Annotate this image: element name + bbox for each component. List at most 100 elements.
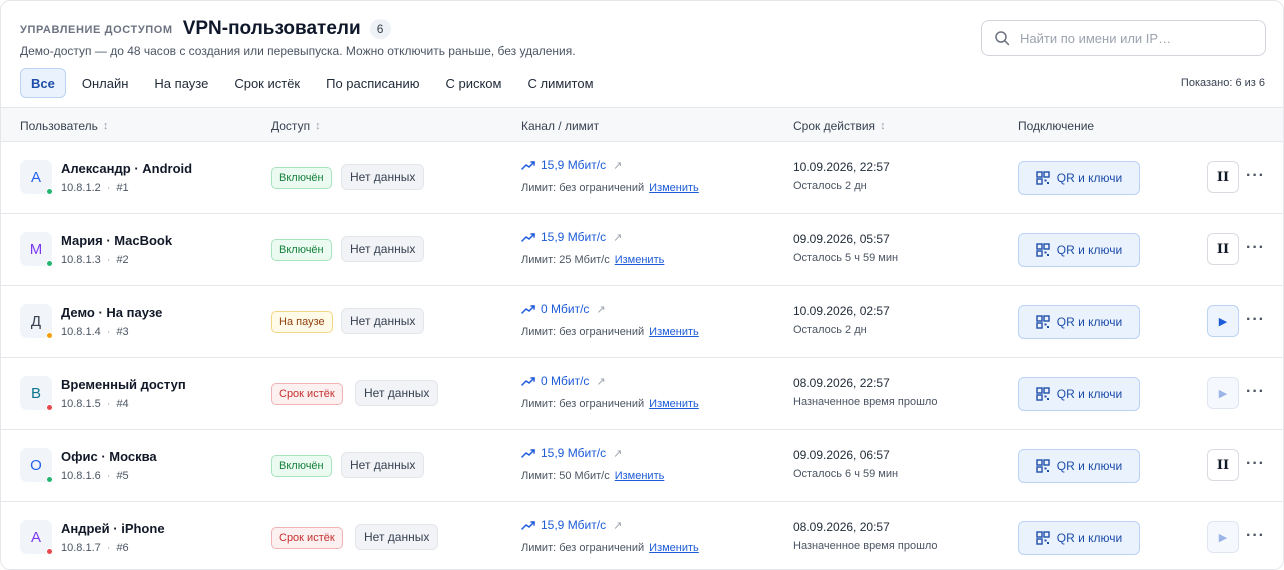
change-limit-link[interactable]: Изменить bbox=[649, 398, 699, 410]
column-access-label: Доступ bbox=[271, 119, 311, 133]
user-meta: 10.8.1.2 · #1 bbox=[61, 182, 129, 194]
user-ip: 10.8.1.2 bbox=[61, 182, 101, 194]
channel-limit: Лимит: без ограничений Изменить bbox=[521, 542, 699, 554]
change-limit-link[interactable]: Изменить bbox=[615, 470, 665, 482]
change-limit-link[interactable]: Изменить bbox=[615, 254, 665, 266]
qr-keys-label: QR и ключи bbox=[1056, 171, 1123, 185]
avatar-initial: А bbox=[30, 528, 41, 546]
more-options-icon[interactable]: ··· bbox=[1246, 527, 1265, 545]
search-input[interactable] bbox=[1020, 30, 1250, 46]
filter-tabs: Все Онлайн На паузе Срок истёк По расписанию… bbox=[20, 68, 610, 98]
qr-keys-button[interactable]: QR и ключи bbox=[1018, 233, 1140, 267]
expiry-date: 09.09.2026, 06:57 bbox=[793, 448, 890, 462]
channel-limit: Лимит: 50 Мбит/с Изменить bbox=[521, 470, 664, 482]
table-row[interactable]: В Временный доступ 10.8.1.5 · #4 Срок истёк Не… bbox=[1, 358, 1283, 430]
table-row[interactable]: А Александр · Android 10.8.1.2 · #1 Включён Не… bbox=[1, 142, 1283, 214]
expand-arrow-icon[interactable]: ↗ bbox=[613, 447, 622, 460]
qr-keys-button[interactable]: QR и ключи bbox=[1018, 377, 1140, 411]
pause-button[interactable]: II bbox=[1207, 161, 1239, 193]
play-button[interactable]: ▶ bbox=[1207, 305, 1239, 337]
user-name: Андрей · iPhone bbox=[61, 521, 165, 536]
users-count-badge: 6 bbox=[369, 19, 391, 39]
table-row[interactable]: А Андрей · iPhone 10.8.1.7 · #6 Срок истёк Нет… bbox=[1, 502, 1283, 569]
change-limit-link[interactable]: Изменить bbox=[649, 182, 699, 194]
traffic-data-badge: Нет данных bbox=[341, 308, 425, 334]
speed-value: 15,9 Мбит/с bbox=[541, 518, 607, 532]
play-button-disabled[interactable]: ▶ bbox=[1207, 521, 1239, 553]
qr-keys-button[interactable]: QR и ключи bbox=[1018, 305, 1140, 339]
table-row[interactable]: Д Демо · На паузе 10.8.1.4 · #3 На паузе Нет д… bbox=[1, 286, 1283, 358]
expand-arrow-icon[interactable]: ↗ bbox=[596, 375, 605, 388]
filter-tab[interactable]: С лимитом bbox=[517, 68, 603, 98]
table-row[interactable]: М Мария · MacBook 10.8.1.3 · #2 Включён Нет да… bbox=[1, 214, 1283, 286]
expiry-date: 10.09.2026, 22:57 bbox=[793, 160, 890, 174]
limit-text: Лимит: без ограничений bbox=[521, 542, 645, 554]
access-status-badge: Срок истёк bbox=[271, 383, 343, 405]
more-options-icon[interactable]: ··· bbox=[1246, 455, 1265, 473]
pause-icon: II bbox=[1216, 169, 1230, 185]
filter-tab[interactable]: Срок истёк bbox=[224, 68, 310, 98]
traffic-data-badge: Нет данных bbox=[341, 164, 425, 190]
change-limit-link[interactable]: Изменить bbox=[649, 326, 699, 338]
more-options-icon[interactable]: ··· bbox=[1246, 383, 1265, 401]
filter-tab[interactable]: На паузе bbox=[144, 68, 218, 98]
access-status-badge: Включён bbox=[271, 239, 332, 261]
speed-value: 15,9 Мбит/с bbox=[541, 446, 607, 460]
traffic-data-badge: Нет данных bbox=[341, 452, 425, 478]
channel-limit: Лимит: без ограничений Изменить bbox=[521, 326, 699, 338]
pause-button[interactable]: II bbox=[1207, 449, 1239, 481]
expand-arrow-icon[interactable]: ↗ bbox=[613, 159, 622, 172]
user-meta: 10.8.1.3 · #2 bbox=[61, 254, 129, 266]
user-ip: 10.8.1.7 bbox=[61, 542, 101, 554]
avatar-initial: А bbox=[30, 168, 41, 186]
filter-tab[interactable]: Все bbox=[20, 68, 66, 98]
trend-icon bbox=[521, 520, 535, 530]
expand-arrow-icon[interactable]: ↗ bbox=[613, 231, 622, 244]
filter-tab[interactable]: С риском bbox=[435, 68, 511, 98]
limit-text: Лимит: без ограничений bbox=[521, 398, 645, 410]
avatar-initial: М bbox=[29, 240, 43, 258]
online-status-dot bbox=[46, 260, 53, 267]
expand-arrow-icon[interactable]: ↗ bbox=[596, 303, 605, 316]
filter-tab[interactable]: По расписанию bbox=[316, 68, 429, 98]
user-name: Мария · MacBook bbox=[61, 233, 173, 248]
user-ip: 10.8.1.4 bbox=[61, 326, 101, 338]
play-icon: ▶ bbox=[1218, 531, 1228, 544]
column-expiry[interactable]: Срок действия ↕ bbox=[793, 119, 886, 133]
traffic-data-badge: Нет данных bbox=[355, 524, 439, 550]
title-line: Управление доступом VPN-пользователи 6 bbox=[20, 16, 576, 42]
play-icon: ▶ bbox=[1218, 387, 1228, 400]
column-user[interactable]: Пользователь ↕ bbox=[20, 119, 108, 133]
pause-icon: II bbox=[1216, 457, 1230, 473]
pause-button[interactable]: II bbox=[1207, 233, 1239, 265]
qr-icon bbox=[1036, 315, 1050, 329]
table-row[interactable]: О Офис · Москва 10.8.1.6 · #5 Включён Нет данн… bbox=[1, 430, 1283, 502]
user-ip: 10.8.1.5 bbox=[61, 398, 101, 410]
page-header: Управление доступом VPN-пользователи 6 Д… bbox=[20, 16, 576, 58]
expiry-remaining: Назначенное время прошло bbox=[793, 396, 938, 408]
speed-value: 15,9 Мбит/с bbox=[541, 230, 607, 244]
user-number: #1 bbox=[116, 182, 129, 194]
more-options-icon[interactable]: ··· bbox=[1246, 167, 1265, 185]
expiry-date: 10.09.2026, 02:57 bbox=[793, 304, 890, 318]
change-limit-link[interactable]: Изменить bbox=[649, 542, 699, 554]
expiry-date: 08.09.2026, 20:57 bbox=[793, 520, 890, 534]
online-status-dot bbox=[46, 548, 53, 555]
avatar: Д bbox=[20, 304, 53, 339]
search-box[interactable] bbox=[981, 20, 1266, 56]
expiry-remaining: Осталось 2 дн bbox=[793, 180, 867, 192]
play-button-disabled[interactable]: ▶ bbox=[1207, 377, 1239, 409]
meta-separator: · bbox=[106, 182, 111, 194]
column-access[interactable]: Доступ ↕ bbox=[271, 119, 321, 133]
qr-keys-button[interactable]: QR и ключи bbox=[1018, 521, 1140, 555]
more-options-icon[interactable]: ··· bbox=[1246, 239, 1265, 257]
access-status-badge: Включён bbox=[271, 455, 332, 477]
access-status-badge: Включён bbox=[271, 167, 332, 189]
user-number: #3 bbox=[116, 326, 129, 338]
filter-tab[interactable]: Онлайн bbox=[72, 68, 139, 98]
expand-arrow-icon[interactable]: ↗ bbox=[613, 519, 622, 532]
qr-keys-button[interactable]: QR и ключи bbox=[1018, 161, 1140, 195]
more-options-icon[interactable]: ··· bbox=[1246, 311, 1265, 329]
qr-keys-button[interactable]: QR и ключи bbox=[1018, 449, 1140, 483]
expiry-remaining: Назначенное время прошло bbox=[793, 540, 938, 552]
